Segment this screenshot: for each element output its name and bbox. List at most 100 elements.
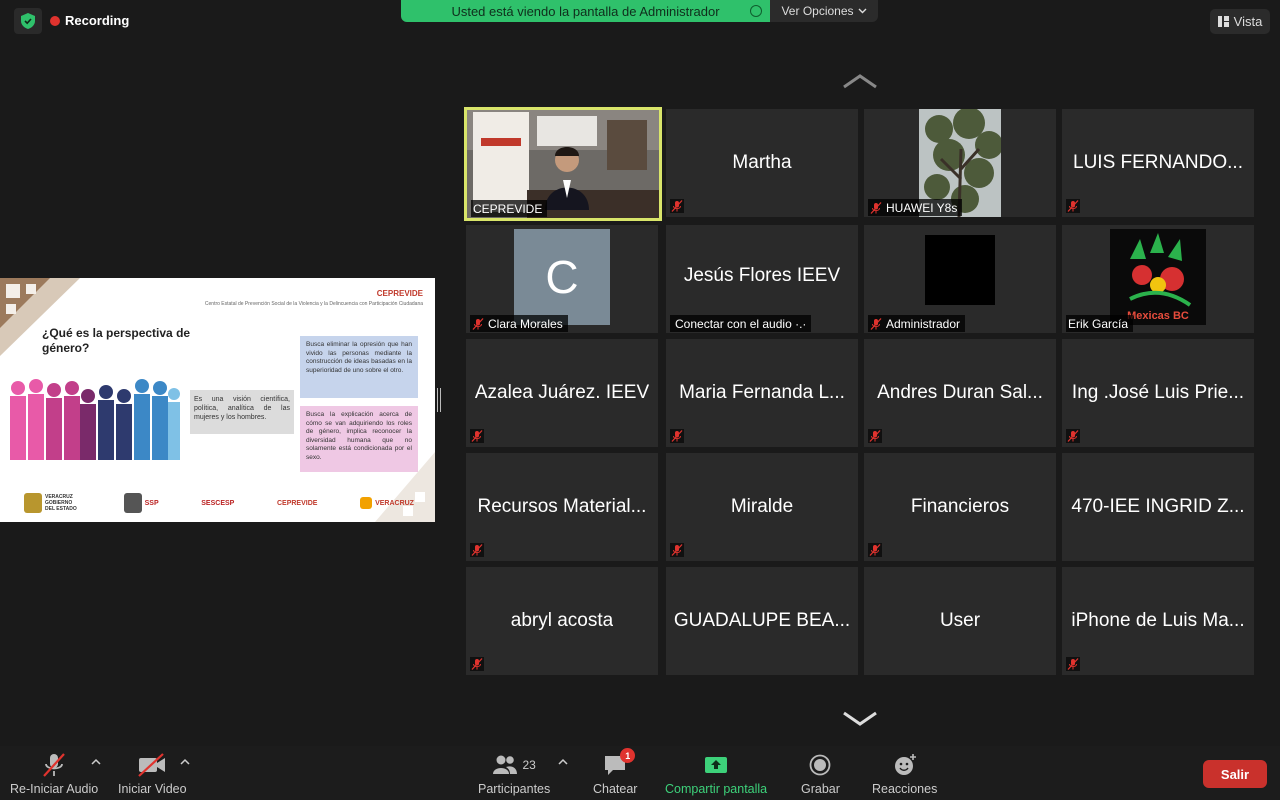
participants-options-caret-icon[interactable] [558,758,568,766]
veracruz-gov-logo: VERACRUZ GOBIERNO DEL ESTADO [24,493,81,513]
participant-name-tag: CEPREVIDE [471,200,548,217]
participant-tile[interactable]: Ing .José Luis Prie... [1062,339,1254,447]
participant-tile[interactable]: C Clara Morales [466,225,658,333]
microphone-muted-icon [472,317,484,330]
participant-tile[interactable]: GUADALUPE BEA... [666,567,858,675]
screen-share-banner: Usted está viendo la pantalla de Adminis… [401,0,770,22]
participant-tile[interactable]: User [864,567,1056,675]
participant-tile[interactable]: iPhone de Luis Ma... [1062,567,1254,675]
video-button[interactable]: Iniciar Video [118,752,187,796]
microphone-muted-icon [471,658,483,670]
share-screen-button[interactable]: Compartir pantalla [665,752,767,796]
participant-tile[interactable]: abryl acosta [466,567,658,675]
participant-name: 470-IEE INGRID Z... [1071,496,1245,517]
microphone-muted-icon [471,430,483,442]
chat-button[interactable]: 1 Chatear [593,748,638,796]
reactions-label: Reacciones [872,782,938,796]
share-screen-icon [705,757,728,773]
slide-pink-box: Busca la explicación acerca de cómo se v… [300,406,418,472]
participant-tile[interactable]: Azalea Juárez. IEEV [466,339,658,447]
participant-tile[interactable]: Recursos Material... [466,453,658,561]
recording-indicator[interactable]: Recording [50,13,129,28]
participants-button[interactable]: 23 Participantes [478,752,550,796]
participant-name-tag: Administrador [868,315,966,332]
reactions-emoji-icon [894,754,916,775]
participant-avatar: C [514,229,610,325]
participant-name: LUIS FERNANDO... [1073,152,1243,173]
microphone-muted-icon [1067,200,1079,212]
participant-tile[interactable]: 470-IEE INGRID Z... [1062,453,1254,561]
video-options-caret-icon[interactable] [180,758,190,766]
participant-tile[interactable]: Administrador [864,225,1056,333]
gallery-next-page-icon[interactable] [842,710,878,728]
video-label: Iniciar Video [118,782,187,796]
participant-tile[interactable]: Martha [666,109,858,217]
slide-brand: CEPREVIDE [376,289,423,298]
ssp-logo: SSP [123,493,159,513]
participant-name-tag: HUAWEI Y8s [868,199,963,216]
grid-view-icon [1217,16,1229,27]
participant-name: Andres Duran Sal... [877,382,1043,403]
participant-tile[interactable]: Financieros [864,453,1056,561]
participant-name: User [939,610,981,631]
slide-definition-box: Es una visión científica, política, anal… [190,390,294,434]
leave-meeting-button[interactable]: Salir [1203,760,1267,788]
microphone-muted-icon [869,544,881,556]
participant-name: Martha [732,152,792,173]
people-crowd-image [8,376,180,460]
chat-label: Chatear [593,782,638,796]
participant-video-feed [925,235,995,305]
veracruz-logo: VERACRUZ [360,497,414,509]
recording-label: Recording [65,13,130,28]
view-button[interactable]: Vista [1210,9,1270,34]
participant-tile[interactable]: Mexicas BC Erik García [1062,225,1254,333]
participant-tile[interactable]: Andres Duran Sal... [864,339,1056,447]
record-label: Grabar [801,782,840,796]
audio-button[interactable]: Re-Iniciar Audio [10,752,98,796]
participant-name: Jesús Flores IEEV [683,265,841,286]
shared-screen-slide: CEPREVIDE Centro Estatal de Prevención S… [0,278,435,522]
audio-options-caret-icon[interactable] [91,758,101,766]
zoom-meeting-window: Recording Usted está viendo la pantalla … [0,0,1280,800]
svg-text:Mexicas BC: Mexicas BC [1127,310,1189,322]
record-icon [810,754,831,776]
view-options-button[interactable]: Ver Opciones [770,0,878,22]
mute-indicator [470,429,484,443]
video-camera-off-icon [138,753,166,777]
participant-tile[interactable]: CEPREVIDE [464,107,662,221]
slide-title: ¿Qué es la perspectiva de género? [42,326,191,355]
participant-name-tag: Clara Morales [470,315,568,332]
mute-indicator [1066,429,1080,443]
participant-tile[interactable]: HUAWEI Y8s [864,109,1056,217]
mute-indicator [868,543,882,557]
slide-logos-row: VERACRUZ GOBIERNO DEL ESTADO SSP SESCESP… [24,490,414,516]
gallery-prev-page-icon[interactable] [842,72,878,90]
record-button[interactable]: Grabar [801,752,840,796]
participants-count: 23 [522,758,536,772]
participant-name: iPhone de Luis Ma... [1071,610,1245,631]
participant-tile[interactable]: Jesús Flores IEEV Conectar con el audio ·… [666,225,858,333]
participant-tile[interactable]: Miralde [666,453,858,561]
participant-name: Recursos Material... [477,496,647,517]
participant-audio-tag: Conectar con el audio ·.· [670,315,812,332]
meeting-toolbar: Re-Iniciar Audio Iniciar Video 23 Partic… [0,746,1280,800]
split-view-resize-handle[interactable] [437,388,441,412]
mute-indicator [670,429,684,443]
microphone-muted-icon [870,317,882,330]
participant-tile[interactable]: Maria Fernanda L... [666,339,858,447]
sescesp-logo: SESCESP [201,499,235,507]
participant-name-tag: Erik García [1066,315,1134,332]
view-label: Vista [1233,14,1263,29]
participant-name: Miralde [730,496,794,517]
participant-name: Maria Fernanda L... [679,382,845,403]
recording-dot-icon [50,15,60,26]
participant-name: Ing .José Luis Prie... [1071,382,1245,403]
mute-indicator [670,543,684,557]
microphone-muted-icon [870,201,882,214]
participant-tile[interactable]: LUIS FERNANDO... [1062,109,1254,217]
participant-name: abryl acosta [510,610,614,631]
view-options-label: Ver Opciones [781,4,854,18]
security-shield-icon[interactable] [14,8,42,34]
mute-indicator [670,199,684,213]
reactions-button[interactable]: Reacciones [872,752,937,796]
